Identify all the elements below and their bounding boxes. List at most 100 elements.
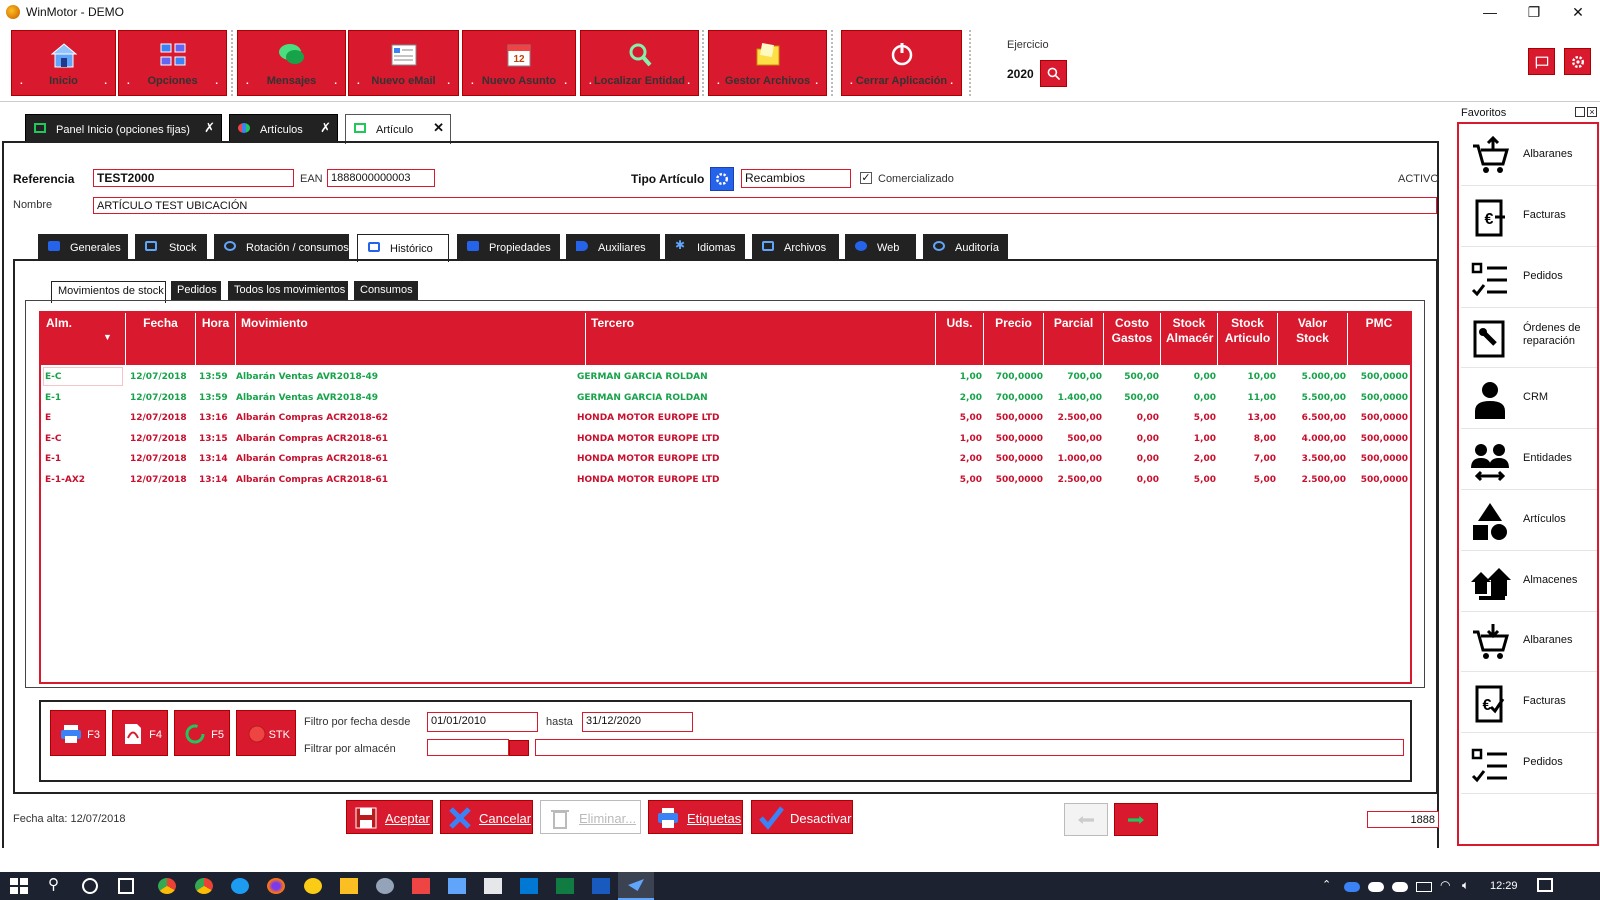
favorito-item[interactable]: CRM: [1461, 369, 1597, 430]
col-tercero[interactable]: Tercero: [586, 313, 936, 365]
refresh-button[interactable]: F5: [174, 710, 230, 756]
favorito-item[interactable]: Albaranes: [1461, 126, 1597, 186]
fecha-desde-input[interactable]: 01/01/2010: [427, 712, 538, 732]
chrome-icon[interactable]: [158, 878, 176, 894]
table-row[interactable]: E-1 12/07/2018 13:14 Albarán Compras ACR201…: [41, 449, 1410, 470]
favorito-item[interactable]: € Facturas: [1461, 187, 1597, 247]
table-row[interactable]: E 12/07/2018 13:16 Albarán Compras ACR2018-…: [41, 408, 1410, 429]
col-costo-gastos[interactable]: Costo Gastos: [1104, 313, 1161, 365]
col-precio[interactable]: Precio: [984, 313, 1044, 365]
col-valor-stock[interactable]: Valor Stock: [1278, 313, 1348, 365]
ean-input[interactable]: 1888000000003: [327, 169, 435, 187]
favorito-item[interactable]: Pedidos: [1461, 248, 1597, 308]
localizar-entidad-button[interactable]: . Localizar Entidad.: [580, 30, 699, 96]
comercializado-checkbox[interactable]: ✓: [860, 172, 872, 184]
onedrive-icon[interactable]: [1344, 882, 1360, 892]
tab-generales[interactable]: Generales: [38, 234, 128, 260]
tab-pedidos[interactable]: Pedidos: [171, 281, 221, 301]
favorito-item[interactable]: Órdenes de reparación: [1461, 308, 1597, 369]
tipo-articulo-settings-button[interactable]: [710, 167, 734, 191]
col-stock-articulo[interactable]: Stock Articulo: [1218, 313, 1278, 365]
firefox-icon[interactable]: [267, 878, 285, 894]
next-button[interactable]: [1114, 803, 1158, 836]
table-row[interactable]: E-C 12/07/2018 13:15 Albarán Compras ACR201…: [41, 429, 1410, 450]
nombre-input[interactable]: ARTÍCULO TEST UBICACIÓN: [93, 197, 1437, 214]
pin-icon[interactable]: ✗: [320, 120, 331, 136]
etiquetas-button[interactable]: Etiquetas: [648, 800, 743, 834]
minimize-button[interactable]: —: [1470, 2, 1510, 22]
stk-button[interactable]: STK: [236, 710, 296, 756]
maximize-button[interactable]: ❐: [1514, 2, 1554, 22]
tab-panel-inicio[interactable]: Panel Inicio (opciones fijas) ✗: [25, 114, 222, 142]
previous-button[interactable]: [1064, 803, 1108, 836]
tab-auditoria[interactable]: Auditoría: [923, 234, 1008, 260]
tab-rotacion[interactable]: Rotación / consumos: [214, 234, 349, 260]
desactivar-button[interactable]: Desactivar: [751, 800, 853, 834]
hasta-input[interactable]: 31/12/2020: [582, 712, 693, 732]
movements-table[interactable]: Alm. ▼ Fecha Hora Movimiento Tercero Uds.…: [39, 311, 1412, 684]
tab-historico[interactable]: Histórico: [357, 234, 449, 262]
col-stock-almacen[interactable]: Stock Almacér: [1161, 313, 1218, 365]
tab-articulo[interactable]: Artículo ✕: [345, 114, 451, 144]
chevron-up-icon[interactable]: ⌃: [1322, 878, 1340, 894]
ejercicio-search-button[interactable]: [1040, 60, 1067, 87]
favorito-item[interactable]: Almacenes: [1461, 552, 1597, 612]
col-hora[interactable]: Hora: [196, 313, 236, 365]
nuevo-asunto-button[interactable]: 12 . Nuevo Asunto.: [462, 30, 576, 96]
windows-start-icon[interactable]: [10, 878, 28, 894]
favorito-item[interactable]: Pedidos: [1461, 734, 1597, 794]
tab-consumos[interactable]: Consumos: [354, 281, 418, 301]
app-icon[interactable]: [304, 878, 322, 894]
tab-idiomas[interactable]: ✱ Idiomas: [665, 234, 745, 260]
winmotor-taskbar-item[interactable]: [618, 872, 654, 900]
table-row[interactable]: E-1-AX2 12/07/2018 13:14 Albarán Compras AC…: [41, 470, 1410, 491]
search-icon[interactable]: ⚲: [48, 877, 66, 894]
close-window-button[interactable]: ✕: [1558, 2, 1598, 22]
battery-icon[interactable]: [1416, 882, 1432, 892]
cerrar-aplicacion-button[interactable]: . Cerrar Aplicación.: [841, 30, 962, 96]
favorito-item[interactable]: Artículos: [1461, 491, 1597, 551]
tab-web[interactable]: Web: [845, 234, 916, 260]
tab-todos-movimientos[interactable]: Todos los movimientos: [228, 281, 348, 301]
cloud-icon[interactable]: [1392, 882, 1408, 892]
tipo-articulo-select[interactable]: Recambios: [741, 169, 851, 188]
onedrive-icon-2[interactable]: [1368, 882, 1384, 892]
tab-propiedades[interactable]: Propiedades: [457, 234, 560, 260]
col-parcial[interactable]: Parcial: [1044, 313, 1104, 365]
edge-icon[interactable]: [231, 878, 249, 894]
task-view-icon[interactable]: [118, 878, 134, 894]
almacen-input[interactable]: [427, 739, 509, 756]
explorer-icon[interactable]: [340, 878, 358, 894]
tab-archivos[interactable]: Archivos: [752, 234, 839, 260]
word-icon[interactable]: [592, 878, 610, 894]
col-alm[interactable]: Alm. ▼: [41, 313, 126, 365]
clock[interactable]: 12:29: [1490, 880, 1518, 892]
col-fecha[interactable]: Fecha: [126, 313, 196, 365]
notification-icon[interactable]: [1537, 878, 1553, 892]
tab-articulos[interactable]: Artículos ✗: [229, 114, 338, 142]
favoritos-restore-icon[interactable]: [1575, 107, 1585, 117]
favorito-item[interactable]: Entidades: [1461, 430, 1597, 490]
almacen-lookup-button[interactable]: [509, 740, 529, 756]
mensajes-button[interactable]: . Mensajes.: [237, 30, 346, 96]
col-movimiento[interactable]: Movimiento: [236, 313, 586, 365]
col-uds[interactable]: Uds.: [936, 313, 984, 365]
wifi-icon[interactable]: ◠: [1440, 878, 1458, 894]
referencia-input[interactable]: TEST2000: [93, 169, 294, 187]
app-icon-2[interactable]: [376, 878, 394, 894]
tab-auxiliares[interactable]: Auxiliares: [566, 234, 660, 260]
app-icon-4[interactable]: [448, 878, 466, 894]
favorito-item[interactable]: Albaranes: [1461, 612, 1597, 673]
inicio-button[interactable]: . Inicio.: [11, 30, 116, 96]
favorito-item[interactable]: € Facturas: [1461, 673, 1597, 734]
almacen-description-input[interactable]: [535, 739, 1404, 756]
close-tab-icon[interactable]: ✕: [433, 120, 444, 136]
settings-button[interactable]: [1564, 48, 1591, 75]
excel-icon[interactable]: [556, 878, 574, 894]
opciones-button[interactable]: . Opciones.: [118, 30, 227, 96]
app-icon-3[interactable]: [412, 878, 430, 894]
chrome-icon-2[interactable]: [195, 878, 213, 894]
flag-button[interactable]: [1528, 48, 1555, 75]
favoritos-close-icon[interactable]: ×: [1587, 107, 1597, 117]
tab-stock[interactable]: Stock: [135, 234, 207, 260]
